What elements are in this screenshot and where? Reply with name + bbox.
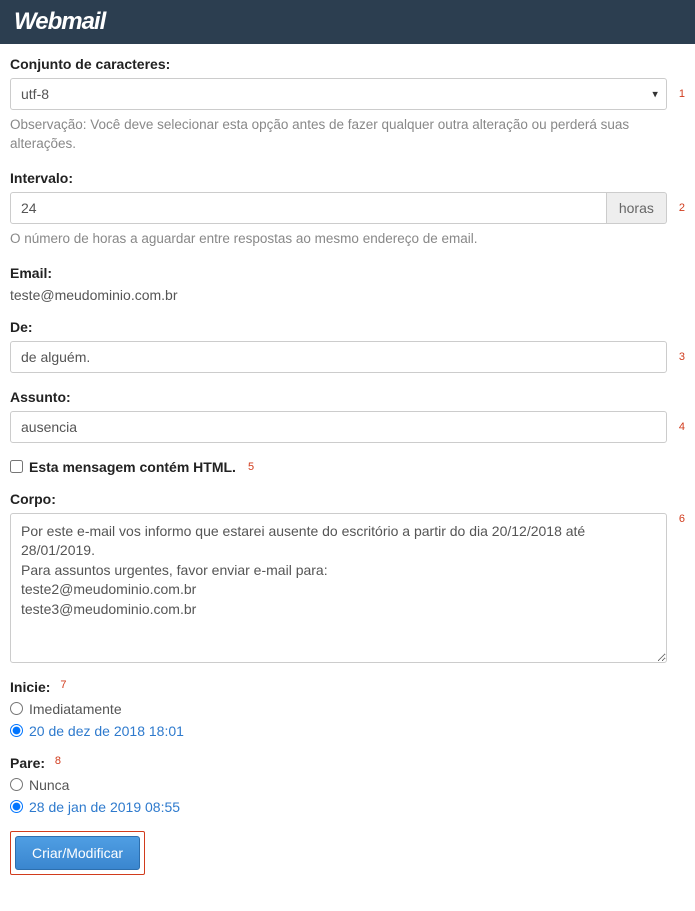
interval-suffix: horas <box>607 192 667 224</box>
charset-hint: Observação: Você deve selecionar esta op… <box>10 116 685 154</box>
start-radio-immediate[interactable] <box>10 702 23 715</box>
html-checkbox[interactable] <box>10 460 23 473</box>
start-section: Inicie: 7 Imediatamente 20 de dez de 201… <box>10 679 685 739</box>
start-option-date[interactable]: 20 de dez de 2018 18:01 <box>29 723 184 739</box>
start-radio-date[interactable] <box>10 724 23 737</box>
app-header: Webmail <box>0 0 695 44</box>
email-section: Email: teste@meudominio.com.br <box>10 265 685 303</box>
start-label: Inicie: 7 <box>10 679 685 695</box>
body-label: Corpo: <box>10 491 685 507</box>
subject-section: Assunto: 4 <box>10 389 685 443</box>
stop-section: Pare: 8 Nunca 28 de jan de 2019 08:55 <box>10 755 685 815</box>
charset-select[interactable]: utf-8 <box>10 78 667 110</box>
email-value: teste@meudominio.com.br <box>10 287 685 303</box>
start-option-immediate: Imediatamente <box>29 701 122 717</box>
from-label: De: <box>10 319 685 335</box>
form-content: Conjunto de caracteres: utf-8 1 Observaç… <box>0 44 695 911</box>
interval-footnote: 2 <box>679 202 685 214</box>
subject-label: Assunto: <box>10 389 685 405</box>
stop-label: Pare: 8 <box>10 755 685 771</box>
app-logo: Webmail <box>14 8 105 36</box>
charset-footnote: 1 <box>679 88 685 100</box>
interval-hint: O número de horas a aguardar entre respo… <box>10 230 685 249</box>
charset-label: Conjunto de caracteres: <box>10 56 685 72</box>
html-checkbox-label: Esta mensagem contém HTML. <box>29 459 236 475</box>
from-footnote: 3 <box>679 351 685 363</box>
stop-radio-date[interactable] <box>10 800 23 813</box>
charset-section: Conjunto de caracteres: utf-8 1 Observaç… <box>10 56 685 154</box>
submit-button[interactable]: Criar/Modificar <box>15 836 140 870</box>
interval-input[interactable] <box>10 192 607 224</box>
subject-input[interactable] <box>10 411 667 443</box>
submit-section: Criar/Modificar <box>10 831 685 875</box>
body-section: Corpo: 6 <box>10 491 685 663</box>
stop-footnote: 8 <box>55 755 61 767</box>
email-label: Email: <box>10 265 685 281</box>
body-textarea[interactable] <box>10 513 667 663</box>
from-input[interactable] <box>10 341 667 373</box>
body-footnote: 6 <box>679 513 685 525</box>
start-footnote: 7 <box>60 679 66 691</box>
html-checkbox-section: Esta mensagem contém HTML. 5 <box>10 459 685 475</box>
subject-footnote: 4 <box>679 421 685 433</box>
submit-highlight: Criar/Modificar <box>10 831 145 875</box>
stop-option-date[interactable]: 28 de jan de 2019 08:55 <box>29 799 180 815</box>
interval-label: Intervalo: <box>10 170 685 186</box>
charset-selected-value: utf-8 <box>21 86 49 102</box>
from-section: De: 3 <box>10 319 685 373</box>
interval-section: Intervalo: horas 2 O número de horas a a… <box>10 170 685 249</box>
stop-option-never: Nunca <box>29 777 69 793</box>
stop-radio-never[interactable] <box>10 778 23 791</box>
html-checkbox-footnote: 5 <box>248 461 254 473</box>
